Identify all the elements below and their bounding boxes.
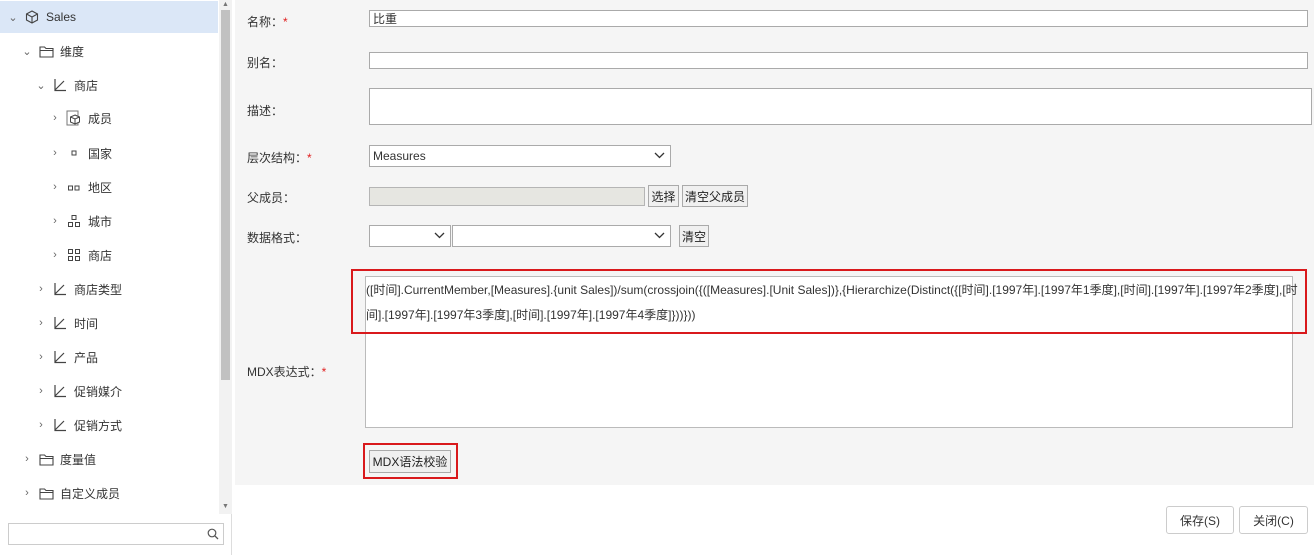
parent-label: 父成员：: [247, 191, 296, 205]
chevron-right-icon[interactable]: ›: [34, 418, 48, 432]
hierarchy-select-value: Measures: [373, 149, 426, 163]
tree-scrollbar[interactable]: ▲ ▼: [219, 0, 232, 514]
tree-item-city[interactable]: › 城市: [0, 205, 218, 237]
hierarchy-label: 层次结构：*: [247, 151, 312, 165]
tree-item-measures[interactable]: › 度量值: [0, 443, 218, 475]
hierarchy-icon: [52, 315, 68, 331]
hierarchy-icon: [52, 281, 68, 297]
tree-item-custom-members[interactable]: › 自定义成员: [0, 477, 218, 509]
level-4-icon: [66, 247, 82, 263]
alias-input[interactable]: [369, 52, 1308, 69]
folder-icon: [38, 43, 54, 59]
tree-search-box: [8, 523, 224, 545]
mdx-label: MDX表达式：*: [247, 365, 327, 379]
tree-item-label: 商店: [88, 248, 113, 263]
tree-item-dimensions[interactable]: ⌄ 维度: [0, 35, 218, 67]
members-icon: [66, 110, 82, 126]
choose-button[interactable]: 选择: [648, 185, 679, 207]
tree-item-members[interactable]: › 成员: [0, 102, 218, 134]
chevron-down-icon[interactable]: ⌄: [20, 44, 34, 58]
parent-input: [369, 187, 645, 206]
tree-item-label: 商店类型: [74, 282, 123, 297]
tree-item-promo-media[interactable]: › 促销媒介: [0, 375, 218, 407]
tree-item-label: 时间: [74, 316, 99, 331]
tree-item-store-level[interactable]: › 商店: [0, 239, 218, 271]
level-1-icon: [66, 145, 82, 161]
format-type-select[interactable]: [369, 225, 451, 247]
scroll-up-icon[interactable]: ▲: [221, 0, 230, 9]
chevron-right-icon[interactable]: ›: [20, 452, 34, 466]
tree-item-label: 维度: [60, 44, 85, 59]
tree-item-label: 国家: [88, 146, 113, 161]
chevron-right-icon[interactable]: ›: [48, 214, 62, 228]
format-pattern-select[interactable]: [452, 225, 671, 247]
level-3-icon: [66, 213, 82, 229]
tree-item-region[interactable]: › 地区: [0, 171, 218, 203]
chevron-right-icon[interactable]: ›: [48, 248, 62, 262]
chevron-right-icon[interactable]: ›: [34, 350, 48, 364]
hierarchy-icon: [52, 383, 68, 399]
search-icon[interactable]: [207, 528, 219, 543]
tree-item-label: 促销方式: [74, 418, 123, 433]
tree-item-promotion[interactable]: › 促销方式: [0, 409, 218, 441]
hierarchy-icon: [52, 417, 68, 433]
hierarchy-select[interactable]: Measures: [369, 145, 671, 167]
clear-format-button[interactable]: 清空: [679, 225, 709, 247]
tree-item-time[interactable]: › 时间: [0, 307, 218, 339]
hierarchy-icon: [52, 349, 68, 365]
level-2-icon: [66, 179, 82, 195]
tree-search-input[interactable]: [12, 525, 206, 545]
clear-parent-button[interactable]: 清空父成员: [682, 185, 748, 207]
data-format-label: 数据格式：: [247, 231, 308, 245]
cube-icon: [24, 9, 40, 25]
chevron-down-icon[interactable]: ⌄: [6, 10, 20, 24]
chevron-down-icon: [434, 231, 445, 242]
folder-icon: [38, 485, 54, 501]
tree-item-label: 商店: [74, 78, 99, 93]
scroll-thumb[interactable]: [221, 10, 230, 380]
chevron-down-icon[interactable]: ⌄: [34, 78, 48, 92]
chevron-right-icon[interactable]: ›: [48, 111, 62, 125]
name-input[interactable]: 比重: [369, 10, 1308, 27]
chevron-down-icon: [654, 151, 665, 162]
hierarchy-icon: [52, 77, 68, 93]
save-button[interactable]: 保存(S): [1166, 506, 1234, 534]
name-label: 名称：*: [247, 15, 288, 29]
tree-item-label: 度量值: [60, 452, 97, 467]
dialog-footer: [235, 485, 1314, 555]
tree-item-product[interactable]: › 产品: [0, 341, 218, 373]
tree-item-store[interactable]: ⌄ 商店: [0, 69, 218, 101]
tree-item-country[interactable]: › 国家: [0, 137, 218, 169]
tree-item-label: 自定义成员: [60, 486, 121, 501]
chevron-right-icon[interactable]: ›: [34, 316, 48, 330]
chevron-right-icon[interactable]: ›: [34, 384, 48, 398]
chevron-right-icon[interactable]: ›: [20, 486, 34, 500]
description-label: 描述：: [247, 104, 284, 118]
mdx-highlight-box: [351, 269, 1307, 334]
tree-item-label: 促销媒介: [74, 384, 123, 399]
tree-item-sales[interactable]: ⌄ Sales: [0, 1, 218, 33]
tree-item-store-type[interactable]: › 商店类型: [0, 273, 218, 305]
tree-item-label: 地区: [88, 180, 113, 195]
alias-label: 别名：: [247, 56, 284, 70]
chevron-down-icon: [654, 231, 665, 242]
close-button[interactable]: 关闭(C): [1239, 506, 1308, 534]
scroll-down-icon[interactable]: ▼: [221, 502, 230, 511]
description-textarea[interactable]: [369, 88, 1312, 125]
chevron-right-icon[interactable]: ›: [48, 146, 62, 160]
tree-item-label: 城市: [88, 214, 113, 229]
chevron-right-icon[interactable]: ›: [48, 180, 62, 194]
folder-icon: [38, 451, 54, 467]
tree-item-label: Sales: [46, 10, 77, 24]
mdx-check-highlight-box: [363, 443, 458, 479]
chevron-right-icon[interactable]: ›: [34, 282, 48, 296]
dimension-tree: ⌄ Sales ⌄ 维度 ⌄ 商店 › 成员 › 国家 › 地区 › 城市 › …: [0, 0, 232, 555]
tree-item-label: 产品: [74, 350, 99, 365]
tree-item-label: 成员: [88, 111, 113, 126]
